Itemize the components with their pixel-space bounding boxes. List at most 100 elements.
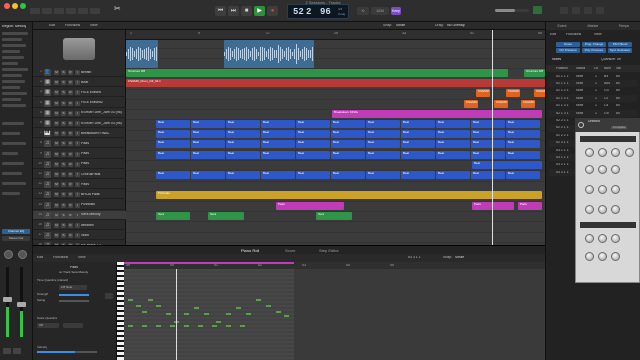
filter-poly-pressure-button[interactable]: Poly Pressure xyxy=(582,48,606,53)
track-name[interactable]: Breakdown FINAL xyxy=(81,132,125,136)
sera-region[interactable]: Sera xyxy=(208,211,244,220)
midi-note[interactable] xyxy=(128,325,133,327)
track-mute-button[interactable]: M xyxy=(54,110,59,116)
library-button[interactable] xyxy=(30,8,40,14)
track-header[interactable]: 3 ▦ M S R I Fill & Erased xyxy=(33,88,126,98)
beat-region[interactable]: Beat xyxy=(331,140,365,149)
track-record-button[interactable]: R xyxy=(68,212,73,218)
track-header[interactable]: 12 ♫ M S R I Pads xyxy=(33,180,126,190)
beat-region[interactable]: Beat xyxy=(191,119,225,128)
filter-ctrl-pressure-button[interactable]: Ctrl Pressure xyxy=(556,48,580,53)
track-input-monitor-button[interactable]: I xyxy=(75,100,80,106)
track-solo-button[interactable]: S xyxy=(61,202,66,208)
drum-fill-region[interactable]: KSHMR_Drum_Fill_04.1 xyxy=(126,79,545,88)
track-record-button[interactable]: R xyxy=(68,131,73,137)
beat-region[interactable]: Beat xyxy=(401,119,435,128)
plugin-knob-16[interactable] xyxy=(611,234,620,243)
track-name[interactable]: KSHMR Drm_Jam 03 (96) xyxy=(81,122,125,126)
track-solo-button[interactable]: S xyxy=(61,182,66,188)
plugin-knob-18[interactable] xyxy=(598,252,607,261)
tab-marker[interactable]: Marker xyxy=(579,23,607,29)
piano-roll-ruler[interactable]: 49 50 51 52 53 54 55 xyxy=(124,262,545,269)
event-quantize[interactable]: Quantize: off xyxy=(601,58,621,62)
midi-note[interactable] xyxy=(212,325,217,327)
track-name[interactable]: windbell xyxy=(81,224,125,228)
track-solo-button[interactable]: S xyxy=(61,151,66,157)
plugin-knob-19[interactable] xyxy=(611,252,620,261)
swing-slider[interactable] xyxy=(59,300,89,302)
track-solo-button[interactable]: S xyxy=(61,90,66,96)
track-input-monitor-button[interactable]: I xyxy=(75,80,80,86)
midi-note[interactable] xyxy=(184,325,189,327)
plugin-knob-17[interactable] xyxy=(585,252,594,261)
output-slot[interactable]: Stereo Out xyxy=(2,236,30,241)
beat-region[interactable]: Beat xyxy=(436,170,470,179)
stop-button[interactable]: ■ xyxy=(241,6,252,16)
beat-region[interactable]: Beat xyxy=(506,140,540,149)
track-solo-button[interactable]: S xyxy=(61,131,66,137)
track-input-monitor-button[interactable]: I xyxy=(75,202,80,208)
track-mute-button[interactable]: M xyxy=(54,161,59,167)
track-mute-button[interactable]: M xyxy=(54,182,59,188)
pr-playhead[interactable] xyxy=(176,269,177,360)
track-mute-button[interactable]: M xyxy=(54,131,59,137)
track-record-button[interactable]: R xyxy=(68,151,73,157)
midi-note[interactable] xyxy=(240,325,245,327)
track-record-button[interactable]: R xyxy=(68,121,73,126)
minimize-window-button[interactable] xyxy=(12,3,18,9)
track-input-monitor-button[interactable]: I xyxy=(75,131,80,137)
track-record-button[interactable]: R xyxy=(68,172,73,177)
scale-select[interactable]: Off xyxy=(37,323,59,328)
quantize-select[interactable]: 1/8 Note xyxy=(59,285,87,290)
plugin-knob-15[interactable] xyxy=(598,234,607,243)
midi-note[interactable] xyxy=(216,321,221,323)
tab-event[interactable]: Event xyxy=(548,23,576,29)
midi-note[interactable] xyxy=(276,311,281,313)
audio-region[interactable] xyxy=(126,40,158,68)
beat-region[interactable]: Beat xyxy=(366,150,400,159)
plugin-compare-button[interactable]: Compare xyxy=(611,126,628,129)
snap-select[interactable]: Smart xyxy=(396,24,405,28)
track-input-monitor-button[interactable]: I xyxy=(75,192,80,198)
beat-region[interactable]: Beat xyxy=(226,119,260,128)
editors-button[interactable] xyxy=(90,8,100,14)
track-mute-button[interactable]: M xyxy=(54,223,59,228)
pads-region[interactable]: Pads xyxy=(472,201,514,210)
col-status[interactable]: Status xyxy=(576,67,585,70)
track-solo-button[interactable]: S xyxy=(61,70,66,75)
beat-region[interactable]: Beat xyxy=(296,130,330,139)
beat-region[interactable]: Beat xyxy=(366,170,400,179)
event-row[interactable]: 52 1 1 1 Note 1 A#4 80 xyxy=(549,80,637,88)
track-name[interactable]: Breath xyxy=(81,71,125,75)
metronome-button[interactable]: Keep xyxy=(391,7,401,15)
orchestra-hit-region[interactable]: KSHMR Orchest xyxy=(521,99,535,108)
beat-region[interactable]: Beat xyxy=(436,150,470,159)
beat-region[interactable]: Beat xyxy=(261,170,295,179)
midi-note[interactable] xyxy=(128,299,133,301)
beat-region[interactable]: Beat xyxy=(296,119,330,128)
structure-region[interactable]: Structure 8/8 xyxy=(126,68,508,77)
filter-sysex-button[interactable]: Syst. Exclusive xyxy=(608,48,632,53)
count-in-button[interactable]: 1234 xyxy=(371,7,389,15)
track-name[interactable]: Pads xyxy=(81,152,125,156)
play-button[interactable]: ▶ xyxy=(254,6,265,16)
track-name[interactable]: Pads xyxy=(81,183,125,187)
midi-note[interactable] xyxy=(266,305,271,307)
event-view-menu[interactable]: View xyxy=(594,33,602,37)
beat-region[interactable]: Beat xyxy=(366,119,400,128)
beat-region[interactable]: Beat xyxy=(156,150,190,159)
orchestra-hit-region[interactable]: KSHMR Orchest xyxy=(534,89,545,98)
track-input-monitor-button[interactable]: I xyxy=(75,141,80,147)
velocity-slider[interactable] xyxy=(37,351,97,353)
plugin-knob-12[interactable] xyxy=(598,205,607,214)
filter-notes-button[interactable]: Notes xyxy=(556,42,580,47)
track-header[interactable]: 16 ♫ M S R Iwindbell xyxy=(33,221,126,230)
track-header[interactable]: 14 ♫ M S R I Pizzicato xyxy=(33,201,126,210)
beat-region[interactable]: Beat xyxy=(156,119,190,128)
rewind-button[interactable]: ⏮ xyxy=(215,6,226,16)
event-row[interactable]: 52 1 3 1 Note 1 C4 80 xyxy=(549,103,637,110)
event-functions-menu[interactable]: Functions xyxy=(566,33,581,37)
track-solo-button[interactable]: S xyxy=(61,192,66,198)
plugin-knob-5[interactable] xyxy=(585,165,594,174)
beat-region[interactable]: Beat xyxy=(331,130,365,139)
